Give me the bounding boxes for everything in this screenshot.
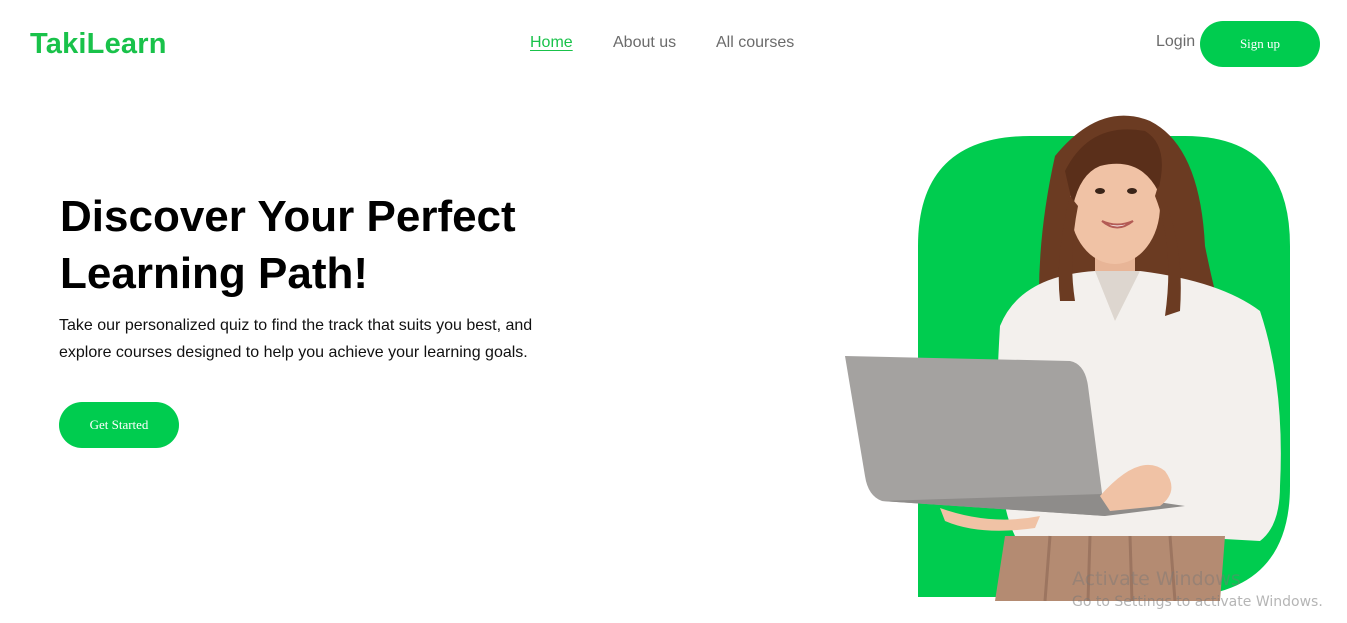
hero-title: Discover Your Perfect Learning Path! (60, 188, 620, 302)
login-link[interactable]: Login (1156, 33, 1195, 51)
hero-title-line-1: Discover Your Perfect (60, 192, 516, 241)
nav-item-all-courses[interactable]: All courses (716, 34, 794, 52)
nav-item-home[interactable]: Home (530, 34, 573, 52)
hero-title-line-2: Learning Path! (60, 249, 369, 298)
get-started-button[interactable]: Get Started (59, 402, 179, 448)
nav-item-about-us[interactable]: About us (613, 34, 676, 52)
hero-image (840, 96, 1300, 602)
hero-description: Take our personalized quiz to find the t… (59, 317, 533, 361)
activate-windows-title: Activate Windows (1072, 568, 1241, 590)
woman-with-laptop-illustration (845, 115, 1290, 602)
brand-logo[interactable]: TakiLearn (30, 28, 167, 61)
activate-windows-subtitle: Go to Settings to activate Windows. (1072, 594, 1323, 610)
landing-page: TakiLearn Home About us All courses Logi… (0, 0, 1347, 623)
signup-button[interactable]: Sign up (1200, 21, 1320, 67)
